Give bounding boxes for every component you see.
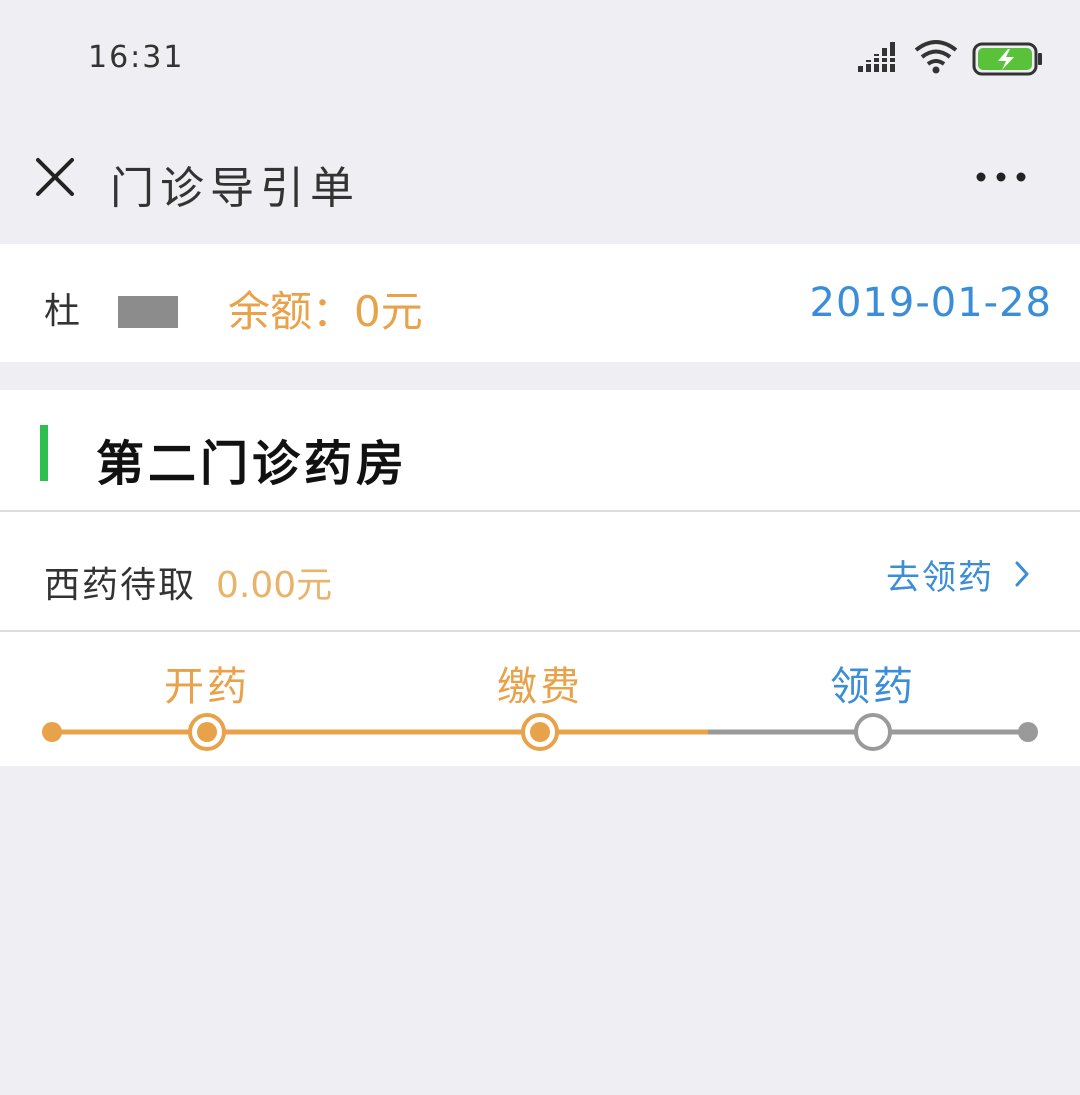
step-node-collect: [854, 713, 892, 751]
status-time: 16:31: [88, 40, 185, 75]
medicine-row: 西药待取 0.00元 去领药: [0, 512, 1080, 630]
name-redaction: [118, 296, 178, 328]
progress-line: [42, 713, 1038, 751]
chevron-right-icon[interactable]: [1014, 560, 1030, 588]
page-title: 门诊导引单: [110, 163, 360, 214]
patient-name: 杜: [44, 291, 81, 332]
more-icon[interactable]: [970, 166, 1032, 188]
balance-label: 余额：: [228, 287, 355, 336]
close-icon[interactable]: [34, 156, 76, 198]
balance: 余额：0元: [228, 278, 423, 339]
signal-icon: [858, 42, 902, 72]
status-bar: 16:31: [0, 0, 1080, 120]
medicine-amount: 0.00元: [216, 565, 333, 606]
progress-end-dot: [1018, 722, 1038, 742]
section-accent-bar: [40, 425, 48, 481]
pharmacy-title: 第二门诊药房: [96, 436, 409, 492]
battery-charging-icon: [972, 42, 1042, 76]
visit-date: 2019-01-28: [809, 280, 1052, 326]
pharmacy-card: 第二门诊药房 西药待取 0.00元 去领药 开药 缴费 领药: [0, 390, 1080, 766]
progress-start-dot: [42, 722, 62, 742]
title-bar: 门诊导引单: [0, 120, 1080, 240]
medicine-label: 西药待取: [44, 565, 197, 606]
get-medicine-link[interactable]: 去领药: [886, 550, 1028, 599]
wifi-icon: [914, 40, 958, 74]
balance-value: 0元: [354, 287, 423, 336]
get-medicine-label: 去领药: [886, 558, 994, 598]
progress-tracker: 开药 缴费 领药: [0, 632, 1080, 766]
pharmacy-header: 第二门诊药房: [0, 390, 1080, 510]
